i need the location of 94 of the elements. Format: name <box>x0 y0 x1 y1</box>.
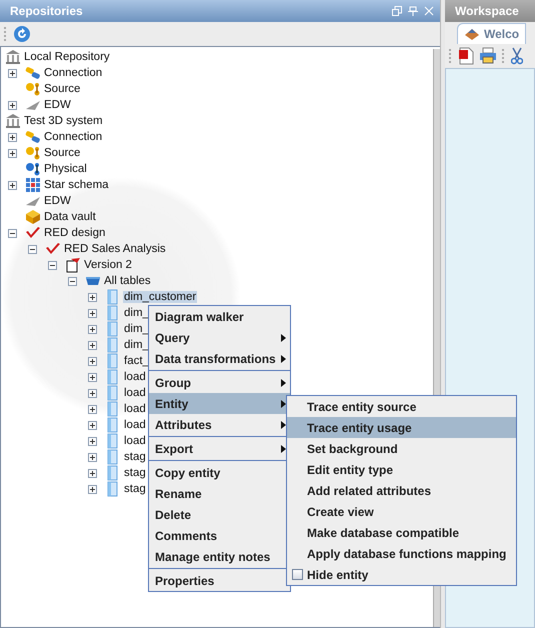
menu-item[interactable]: Edit entity type <box>287 459 516 480</box>
menu-item[interactable]: Manage entity notes <box>149 546 290 567</box>
menu-item[interactable]: Diagram walker <box>149 306 290 327</box>
expander-icon[interactable] <box>8 132 17 142</box>
menu-item[interactable]: Set background <box>287 438 516 459</box>
tree-item[interactable]: stag <box>123 483 147 495</box>
menu-item[interactable]: Add related attributes <box>287 480 516 501</box>
expander-icon[interactable] <box>88 420 97 430</box>
menu-item[interactable]: Trace entity usage <box>287 417 516 438</box>
checkbox[interactable] <box>292 569 303 580</box>
diamond-icon <box>464 27 480 41</box>
plug-icon <box>25 65 41 81</box>
refresh-icon[interactable] <box>13 25 31 43</box>
nodes-icon <box>25 161 41 177</box>
document-icon <box>65 257 81 273</box>
expander-icon[interactable] <box>88 484 97 494</box>
tree-item[interactable]: All tables <box>103 275 152 287</box>
building-icon <box>5 113 21 129</box>
expander-icon[interactable] <box>88 292 97 302</box>
tree-item[interactable]: Local Repository <box>23 51 111 63</box>
menu-item[interactable]: Delete <box>149 504 290 525</box>
tree-item[interactable]: Physical <box>43 163 88 175</box>
menu-item[interactable]: Properties <box>149 570 290 591</box>
tree-item[interactable]: load <box>123 419 147 431</box>
nodes-icon <box>25 145 41 161</box>
expander-icon[interactable] <box>88 388 97 398</box>
tree-item[interactable]: dim_ <box>123 339 150 351</box>
menu-item[interactable]: Entity <box>149 393 290 414</box>
expander-icon[interactable] <box>68 276 77 286</box>
expander-icon[interactable] <box>88 340 97 350</box>
tree-item[interactable]: RED Sales Analysis <box>63 243 167 255</box>
expander-icon[interactable] <box>88 436 97 446</box>
tree-item[interactable]: dim_ <box>123 323 150 335</box>
menu-item[interactable]: Make database compatible <box>287 522 516 543</box>
panel-title: Workspace <box>455 4 519 18</box>
panel-title: Repositories <box>10 4 83 18</box>
tree-item[interactable]: stag <box>123 467 147 479</box>
menu-item[interactable]: Apply database functions mapping <box>287 543 516 564</box>
building-icon <box>5 49 21 65</box>
expander-icon[interactable] <box>88 372 97 382</box>
tree-item[interactable]: Version 2 <box>83 259 133 271</box>
tree-item[interactable]: fact_ <box>123 355 150 367</box>
expander-icon[interactable] <box>8 148 17 158</box>
tree-item[interactable]: stag <box>123 451 147 463</box>
menu-item[interactable]: Data transformations <box>149 348 290 369</box>
tree-item[interactable]: dim_ <box>123 307 150 319</box>
tree-item[interactable]: load <box>123 435 147 447</box>
nodes-icon <box>25 81 41 97</box>
menu-item[interactable]: Rename <box>149 483 290 504</box>
menu-item[interactable]: Group <box>149 372 290 393</box>
tree-item[interactable]: Star schema <box>43 179 110 191</box>
tree-item[interactable]: Connection <box>43 131 104 143</box>
printer-icon[interactable] <box>479 47 497 65</box>
tree-item[interactable]: Source <box>43 83 82 95</box>
menu-item[interactable]: Create view <box>287 501 516 522</box>
tree-item[interactable]: Source <box>43 147 82 159</box>
menu-item[interactable]: Copy entity <box>149 462 290 483</box>
scissors-icon[interactable] <box>511 47 523 65</box>
menu-item[interactable]: Hide entity <box>287 564 516 585</box>
expander-icon[interactable] <box>88 468 97 478</box>
expander-icon[interactable] <box>88 356 97 366</box>
tree-item[interactable]: load <box>123 387 147 399</box>
tree-item[interactable]: RED design <box>43 227 106 239</box>
pin-icon[interactable] <box>408 6 418 16</box>
tree-item[interactable]: dim_customer <box>123 291 198 303</box>
tree-item[interactable]: Test 3D system <box>23 115 104 127</box>
tree-item[interactable]: Connection <box>43 67 104 79</box>
tree-item[interactable]: load <box>123 403 147 415</box>
expander-icon[interactable] <box>88 452 97 462</box>
tree-item[interactable]: EDW <box>43 195 72 207</box>
expander-icon[interactable] <box>8 100 17 110</box>
expander-icon[interactable] <box>28 244 37 254</box>
expander-icon[interactable] <box>88 404 97 414</box>
tab[interactable]: Welco <box>457 23 526 44</box>
expander-icon[interactable] <box>88 324 97 334</box>
menu-item[interactable]: Comments <box>149 525 290 546</box>
menu-item[interactable]: Attributes <box>149 414 290 435</box>
expander-icon[interactable] <box>8 68 17 78</box>
menu-item[interactable]: Trace entity source <box>287 396 516 417</box>
expander-icon[interactable] <box>8 180 17 190</box>
tree-item[interactable]: Data vault <box>43 211 97 223</box>
pdf-file-icon[interactable] <box>458 47 474 65</box>
expander-icon[interactable] <box>88 308 97 318</box>
menu-item[interactable]: Query <box>149 327 290 348</box>
expander-icon[interactable] <box>8 228 17 238</box>
cube-icon <box>25 209 41 225</box>
tree-item[interactable]: load <box>123 371 147 383</box>
expander-icon[interactable] <box>48 260 57 270</box>
plug-icon <box>25 129 41 145</box>
restore-icon[interactable] <box>392 6 402 16</box>
tree-item[interactable]: EDW <box>43 99 72 111</box>
grid-icon <box>25 177 41 193</box>
close-icon[interactable] <box>424 6 434 16</box>
menu-item[interactable]: Export <box>149 438 290 459</box>
